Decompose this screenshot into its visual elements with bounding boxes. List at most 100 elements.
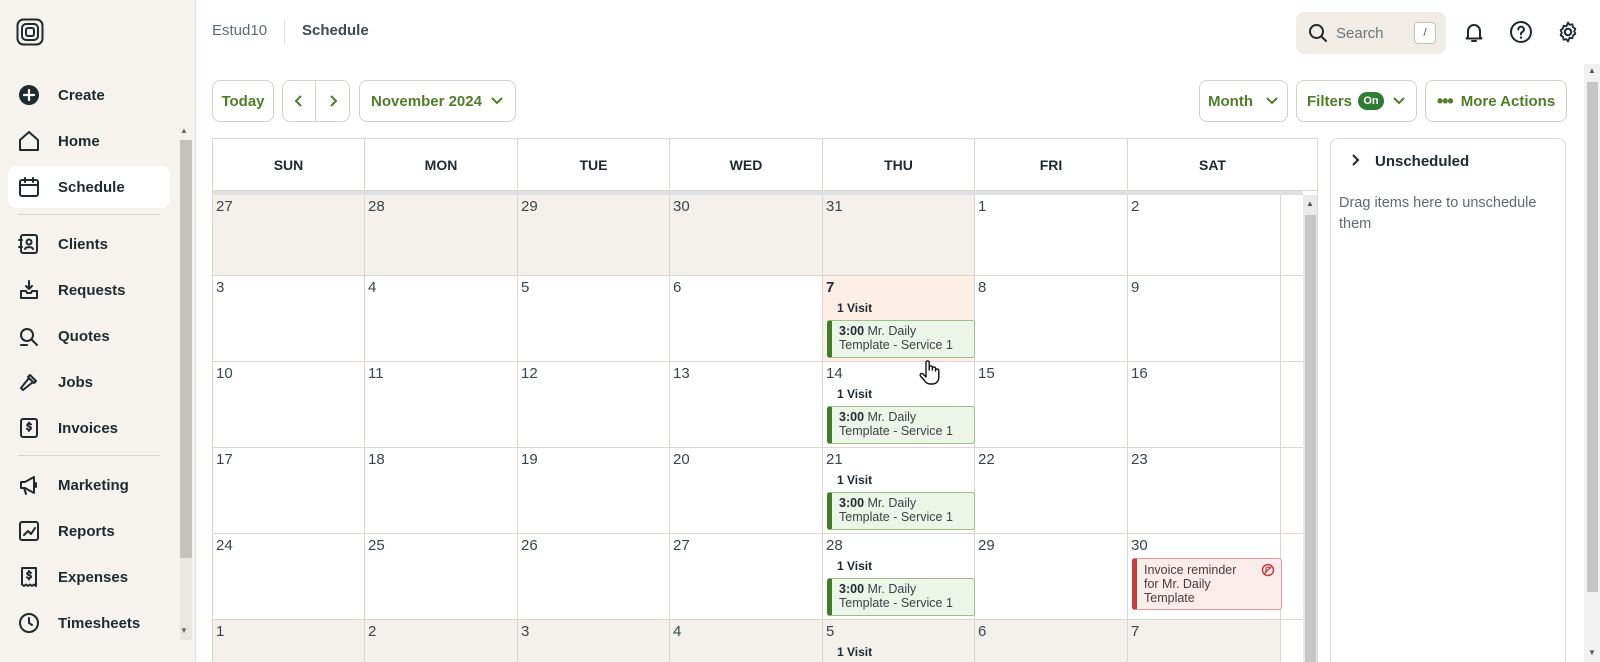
day-cell[interactable]: 3 (213, 276, 365, 361)
day-cell[interactable]: 20 (670, 448, 823, 533)
day-cell[interactable]: 6 (975, 620, 1128, 662)
weekday-header-fri: FRI (975, 139, 1128, 191)
visit-count[interactable]: 1 Visit (837, 387, 872, 401)
sidebar-item-reports[interactable]: Reports (8, 510, 170, 552)
visit-event[interactable]: 3:00 Mr. Daily Template - Service 1 (827, 492, 975, 530)
visit-count[interactable]: 1 Visit (837, 301, 872, 315)
sidebar-item-clients[interactable]: Clients (8, 223, 170, 265)
week-row: 24 25 26 27 28 1 Visit 3:00 Mr. Daily Template … (213, 534, 1303, 620)
day-number: 2 (1131, 198, 1140, 215)
bell-icon[interactable] (1462, 20, 1486, 44)
day-number: 25 (368, 537, 385, 554)
page-scrollbar[interactable]: ▲ ▼ (1584, 64, 1600, 662)
day-cell[interactable]: 11 (365, 362, 518, 447)
day-cell[interactable]: 17 (213, 448, 365, 533)
clients-icon (18, 233, 40, 255)
day-cell[interactable]: 4 (365, 276, 518, 361)
calendar-scrollbar[interactable]: ▲ (1303, 195, 1317, 662)
day-cell[interactable]: 22 (975, 448, 1128, 533)
day-cell[interactable]: 1 (975, 195, 1128, 275)
sidebar-scrollbar[interactable]: ▲ ▼ (178, 126, 192, 648)
period-dropdown[interactable]: November 2024 (359, 80, 516, 122)
sidebar-item-timesheets[interactable]: Timesheets (8, 602, 170, 644)
day-cell[interactable]: 23 (1128, 448, 1281, 533)
day-number: 31 (826, 198, 843, 215)
day-number: 27 (673, 537, 690, 554)
next-month-button[interactable] (316, 81, 349, 121)
day-cell[interactable]: 25 (365, 534, 518, 619)
month-calendar: SUN MON TUE WED THU FRI SAT 27 28 29 30 31 1 2 3 4 5 6 7 1… (212, 138, 1318, 662)
day-cell[interactable]: 8 (975, 276, 1128, 361)
clock-icon (18, 612, 40, 634)
day-cell[interactable]: 26 (518, 534, 670, 619)
day-cell[interactable]: 18 (365, 448, 518, 533)
chevron-right-icon[interactable] (1349, 153, 1363, 167)
day-cell[interactable]: 19 (518, 448, 670, 533)
day-number: 1 (978, 198, 987, 215)
help-icon[interactable] (1509, 20, 1533, 44)
day-cell[interactable]: 30 Invoice reminder for Mr. Daily Template (1128, 534, 1282, 619)
gear-icon[interactable] (1556, 20, 1580, 44)
day-cell[interactable]: 51 Visit (823, 620, 975, 662)
day-cell[interactable]: 1 (213, 620, 365, 662)
sidebar-item-quotes[interactable]: Quotes (8, 315, 170, 357)
logo-icon[interactable] (16, 18, 44, 46)
day-cell[interactable]: 29 (975, 534, 1128, 619)
sidebar-item-expenses[interactable]: Expenses (8, 556, 170, 598)
day-cell[interactable]: 28 (365, 195, 518, 275)
day-cell[interactable]: 30 (670, 195, 823, 275)
day-cell[interactable]: 13 (670, 362, 823, 447)
day-cell[interactable]: 27 (213, 195, 365, 275)
sidebar-item-invoices[interactable]: Invoices (8, 407, 170, 449)
quotes-icon (18, 325, 40, 347)
period-nav (282, 80, 350, 122)
day-cell[interactable]: 31 (823, 195, 975, 275)
more-actions-button[interactable]: ••• More Actions (1425, 80, 1567, 122)
day-cell[interactable]: 9 (1128, 276, 1281, 361)
sidebar-item-home[interactable]: Home (8, 120, 170, 162)
sidebar-item-jobs[interactable]: Jobs (8, 361, 170, 403)
today-button[interactable]: Today (212, 80, 274, 122)
day-cell[interactable]: 29 (518, 195, 670, 275)
reminder-text-line: Template (1144, 591, 1195, 605)
day-cell[interactable]: 16 (1128, 362, 1281, 447)
sidebar-item-marketing[interactable]: Marketing (8, 464, 170, 506)
unscheduled-title[interactable]: Unscheduled (1375, 153, 1469, 170)
sidebar-item-create[interactable]: Create (8, 74, 170, 116)
day-cell[interactable]: 3 (518, 620, 670, 662)
breadcrumb-org[interactable]: Estud10 (212, 22, 267, 39)
day-cell[interactable]: 15 (975, 362, 1128, 447)
day-cell[interactable]: 28 1 Visit 3:00 Mr. Daily Template - Servic… (823, 534, 975, 619)
visit-count[interactable]: 1 Visit (837, 645, 872, 659)
visit-event[interactable]: 3:00 Mr. Daily Template - Service 1 (827, 578, 975, 616)
day-number: 13 (673, 365, 690, 382)
day-cell[interactable]: 2 (365, 620, 518, 662)
visit-event[interactable]: 3:00 Mr. Daily Template - Service 1 (827, 406, 975, 444)
invoice-reminder-event[interactable]: Invoice reminder for Mr. Daily Template (1132, 558, 1282, 610)
day-cell[interactable]: 27 (670, 534, 823, 619)
filters-button[interactable]: Filters On (1296, 80, 1417, 122)
requests-icon (18, 279, 40, 301)
day-number: 10 (216, 365, 233, 382)
day-cell[interactable]: 7 (1128, 620, 1281, 662)
day-cell[interactable]: 10 (213, 362, 365, 447)
visit-count[interactable]: 1 Visit (837, 559, 872, 573)
visit-count[interactable]: 1 Visit (837, 473, 872, 487)
visit-event[interactable]: 3:00 Mr. Daily Template - Service 1 (827, 320, 975, 358)
search-input[interactable]: Search / (1296, 12, 1446, 54)
sidebar-item-requests[interactable]: Requests (8, 269, 170, 311)
day-cell[interactable]: 24 (213, 534, 365, 619)
day-cell[interactable]: 5 (518, 276, 670, 361)
day-cell[interactable]: 21 1 Visit 3:00 Mr. Daily Template - Servic… (823, 448, 975, 533)
day-cell[interactable]: 2 (1128, 195, 1281, 275)
day-cell-today[interactable]: 71 Visit 3:00 Mr. Daily Template - Service… (823, 276, 975, 361)
day-cell[interactable]: 6 (670, 276, 823, 361)
day-cell[interactable]: 12 (518, 362, 670, 447)
search-placeholder: Search (1336, 24, 1384, 42)
sidebar-item-schedule[interactable]: Schedule (8, 166, 170, 208)
view-dropdown[interactable]: Month (1199, 80, 1288, 122)
prev-month-button[interactable] (283, 81, 317, 121)
day-cell[interactable]: 14 1 Visit 3:00 Mr. Daily Template - Servic… (823, 362, 975, 447)
sidebar-nav: Create Home Schedule Clients Requests Quotes J… (8, 74, 170, 648)
day-cell[interactable]: 4 (670, 620, 823, 662)
